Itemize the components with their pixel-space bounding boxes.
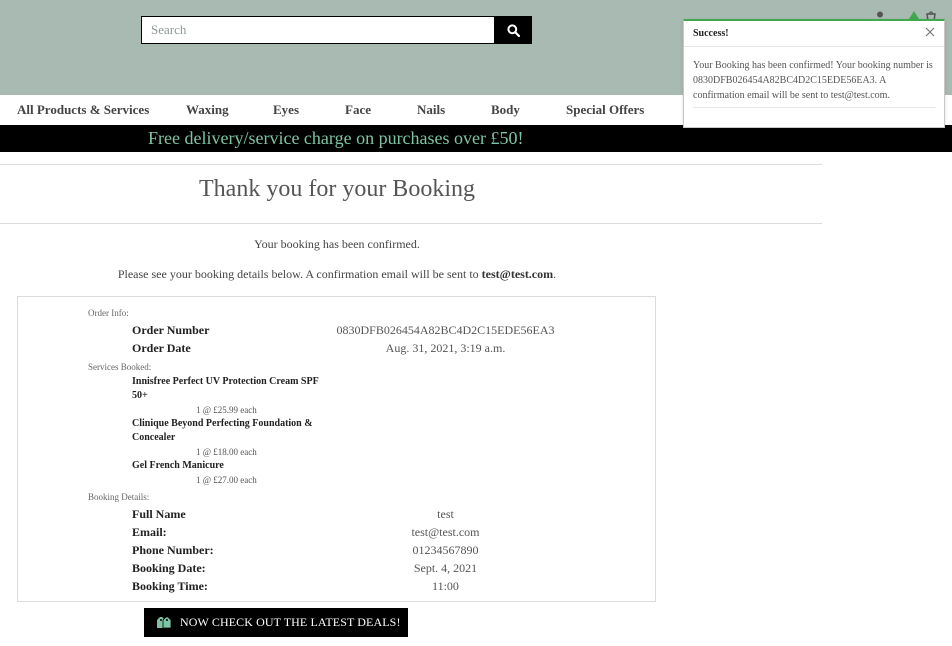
- service-name: Innisfree Perfect UV Protection Cream SP…: [132, 376, 319, 401]
- phone-value: 01234567890: [412, 543, 479, 557]
- nav-item-special-offers[interactable]: Special Offers: [566, 102, 644, 118]
- toast-message: Your Booking has been confirmed! Your bo…: [693, 60, 933, 101]
- service-name: Clinique Beyond Perfecting Foundation & …: [132, 418, 313, 443]
- booking-date-label: Booking Date:: [132, 561, 206, 575]
- order-date-value: Aug. 31, 2021, 3:19 a.m.: [385, 341, 506, 355]
- divider: [0, 164, 822, 165]
- service-name: Gel French Manicure: [132, 460, 224, 471]
- details-message-text: Please see your booking details below. A…: [117, 267, 482, 281]
- divider: [0, 223, 822, 224]
- service-quantity: 1 @ £25.99 each: [196, 405, 257, 415]
- services-booked-label: Services Booked:: [88, 362, 152, 372]
- confirmation-message: Your booking has been confirmed.: [254, 237, 420, 251]
- close-icon[interactable]: [924, 26, 936, 38]
- search-input[interactable]: [141, 16, 494, 44]
- phone-label: Phone Number:: [132, 543, 214, 557]
- tags-icon: [156, 616, 172, 630]
- booking-time-value: 11:00: [432, 579, 459, 593]
- latest-deals-label: NOW CHECK OUT THE LATEST DEALS!: [180, 615, 401, 629]
- nav-item-waxing[interactable]: Waxing: [186, 102, 229, 118]
- order-info-label: Order Info:: [88, 308, 129, 318]
- order-number-label: Order Number: [132, 323, 210, 337]
- search-icon: [506, 23, 520, 37]
- promo-banner-text: Free delivery/service charge on purchase…: [148, 128, 524, 148]
- divider: [693, 107, 935, 108]
- service-quantity: 1 @ £18.00 each: [196, 447, 257, 457]
- service-quantity: 1 @ £27.00 each: [196, 475, 257, 485]
- booking-summary: Order Info: Order Number 0830DFB026454A8…: [17, 296, 656, 602]
- booking-details-label: Booking Details:: [88, 492, 150, 502]
- nav-item-all-products[interactable]: All Products & Services: [17, 102, 149, 118]
- details-message: Please see your booking details below. A…: [0, 267, 674, 282]
- email-label: Email:: [132, 525, 167, 539]
- latest-deals-button[interactable]: NOW CHECK OUT THE LATEST DEALS!: [144, 608, 408, 637]
- nav-item-body[interactable]: Body: [491, 102, 520, 118]
- toast-header: Success!: [684, 21, 944, 47]
- page-title: Thank you for your Booking: [199, 176, 475, 202]
- nav-item-eyes[interactable]: Eyes: [273, 102, 299, 118]
- booking-time-label: Booking Time:: [132, 579, 208, 593]
- nav-item-nails[interactable]: Nails: [417, 102, 445, 118]
- full-name-value: test: [437, 507, 454, 521]
- toast-title: Success!: [693, 28, 729, 39]
- email-value: test@test.com: [411, 525, 480, 539]
- booking-date-value: Sept. 4, 2021: [413, 561, 478, 575]
- success-toast: Success! Your Booking has been confirmed…: [683, 19, 945, 128]
- order-number-value: 0830DFB026454A82BC4D2C15EDE56EA3: [336, 323, 555, 337]
- details-message-suffix: .: [553, 267, 557, 281]
- full-name-label: Full Name: [132, 507, 186, 521]
- order-date-label: Order Date: [132, 341, 191, 355]
- search-bar: [141, 16, 532, 44]
- nav-item-face[interactable]: Face: [345, 102, 371, 118]
- promo-banner: Free delivery/service charge on purchase…: [0, 125, 952, 152]
- search-button[interactable]: [494, 16, 532, 44]
- confirmation-email: test@test.com: [481, 267, 554, 281]
